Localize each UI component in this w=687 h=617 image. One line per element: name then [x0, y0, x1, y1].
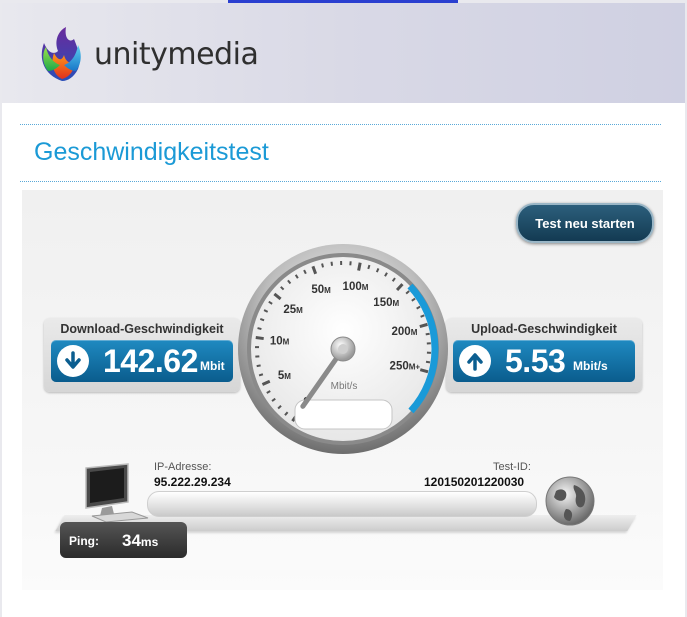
gauge-minor-tick [367, 264, 371, 270]
ping-label: Ping: [69, 534, 99, 548]
gauge-tick-label: 10M [270, 336, 290, 348]
gauge-minor-tick [425, 360, 431, 364]
divider-bottom [20, 181, 661, 182]
upload-value-box: 5.53 Mbit/s [453, 340, 635, 382]
gauge-tick-label: 100M [343, 281, 369, 293]
gauge-tick-label: 50M [311, 284, 331, 296]
download-label: Download-Geschwindigkeit [60, 322, 224, 336]
gauge-minor-tick [259, 317, 265, 322]
unitymedia-flame-logo-icon [41, 27, 81, 81]
ping-number: 34 [122, 531, 141, 550]
speedometer-gauge: 05M10M25M50M100M150M200M250M+ Mbit/s [238, 244, 448, 454]
gauge-minor-tick [425, 332, 430, 336]
arrow-up-icon [459, 345, 491, 377]
gauge-tick-label: 25M [283, 304, 303, 316]
download-value: 142.62 [103, 343, 198, 379]
gauge-tick-label: 200M [392, 326, 418, 338]
ping-value: 34ms [122, 531, 158, 551]
page-title: Geschwindigkeitstest [34, 138, 269, 166]
brand-name: unitymedia [94, 37, 259, 72]
gauge-minor-tick [257, 327, 262, 331]
computer-icon [85, 463, 149, 523]
upload-unit: Mbit/s [573, 359, 608, 373]
arrow-down-icon [57, 345, 89, 377]
header: unitymedia [2, 3, 685, 103]
restart-test-button[interactable]: Test neu starten [516, 203, 654, 243]
ping-unit: ms [140, 535, 159, 549]
divider-top [20, 124, 661, 125]
gauge-minor-tick [420, 314, 425, 318]
gauge-major-tick [357, 262, 362, 271]
gauge-minor-tick [256, 364, 261, 368]
ping-box: Ping: 34ms [60, 522, 187, 558]
download-value-box: 142.62 Mbit [51, 340, 233, 382]
network-path-bar [147, 491, 537, 517]
download-card: Download-Geschwindigkeit 142.62 Mbit [44, 318, 240, 392]
gauge-major-tick [255, 336, 264, 341]
gauge-major-tick [419, 368, 429, 374]
test-id-value: 120150201220030 [424, 475, 525, 489]
gauge-minor-tick [321, 263, 325, 268]
ip-value: 95.222.29.234 [154, 475, 231, 489]
upload-label: Upload-Geschwindigkeit [471, 322, 617, 336]
ip-label: IP-Adresse: [154, 461, 212, 473]
download-unit: Mbit [200, 359, 225, 373]
gauge-minor-tick [330, 261, 334, 266]
gauge-tick-label: 5M [278, 370, 291, 382]
gauge-tick-label: 150M [373, 297, 399, 309]
upload-card: Upload-Geschwindigkeit 5.53 Mbit/s [446, 318, 642, 392]
gauge-minor-tick [258, 373, 264, 377]
test-id-label: Test-ID: [493, 461, 531, 473]
gauge-unit-label: Mbit/s [331, 381, 358, 392]
gauge-hub-center [338, 344, 348, 354]
gauge-readout-box [294, 399, 393, 430]
gauge-tick-label: 250M+ [390, 361, 421, 373]
upload-value: 5.53 [505, 343, 566, 379]
globe-icon [545, 476, 595, 526]
